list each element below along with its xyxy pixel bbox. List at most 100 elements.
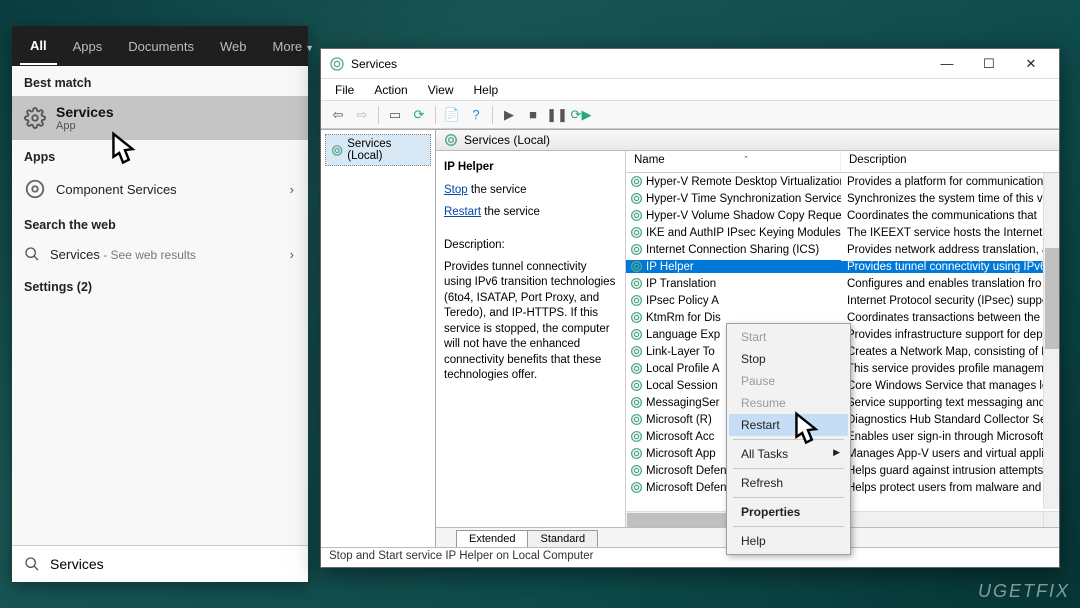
- restart-link[interactable]: Restart: [444, 206, 481, 218]
- start-search-panel: All Apps Documents Web More▼ Best match …: [12, 26, 308, 582]
- best-match-services[interactable]: Services App: [12, 96, 308, 140]
- service-row[interactable]: IP Translation Configures and enables tr…: [626, 275, 1059, 292]
- menu-help[interactable]: Help: [466, 81, 507, 99]
- web-services-results[interactable]: Services - See web results ›: [12, 238, 308, 270]
- properties-icon[interactable]: ▭: [384, 104, 406, 126]
- ctx-stop[interactable]: Stop: [729, 348, 848, 370]
- service-row[interactable]: IP HelperProvides tunnel connectivity us…: [626, 258, 1059, 275]
- ctx-help[interactable]: Help: [729, 530, 848, 552]
- close-button[interactable]: ✕: [1011, 50, 1051, 78]
- ctx-all-tasks[interactable]: All Tasks▶: [729, 443, 848, 465]
- search-icon: [24, 246, 40, 262]
- gear-icon: [630, 294, 643, 307]
- tree-services-local[interactable]: Services (Local): [325, 134, 431, 166]
- gear-icon: [329, 56, 345, 72]
- ctx-resume: Resume: [729, 392, 848, 414]
- window-title: Services: [351, 57, 927, 71]
- selected-service-name: IP Helper: [444, 161, 617, 173]
- menubar: File Action View Help: [321, 79, 1059, 101]
- gear-icon: [630, 447, 643, 460]
- search-tab-documents[interactable]: Documents: [118, 29, 204, 64]
- stop-icon[interactable]: ■: [522, 104, 544, 126]
- gear-icon: [630, 175, 643, 188]
- ctx-pause: Pause: [729, 370, 848, 392]
- watermark: UGETFIX: [978, 581, 1070, 602]
- search-web-label: Search the web: [12, 208, 308, 238]
- gear-icon: [630, 481, 643, 494]
- detail-pane: IP Helper Stop the service Restart the s…: [436, 151, 626, 527]
- gear-icon: [444, 133, 458, 147]
- ctx-restart[interactable]: Restart: [729, 414, 848, 436]
- service-row[interactable]: IKE and AuthIP IPsec Keying ModulesThe I…: [626, 224, 1059, 241]
- search-tab-all[interactable]: All: [20, 28, 57, 65]
- gear-icon: [630, 226, 643, 239]
- gear-icon: [630, 192, 643, 205]
- gear-icon: [630, 396, 643, 409]
- description-label: Description:: [444, 238, 617, 254]
- gear-icon: [24, 107, 46, 129]
- gear-icon: [630, 328, 643, 341]
- back-icon[interactable]: ⇦: [327, 104, 349, 126]
- settings-label[interactable]: Settings (2): [12, 270, 308, 300]
- minimize-button[interactable]: —: [927, 50, 967, 78]
- gear-icon: [630, 464, 643, 477]
- stop-link[interactable]: Stop: [444, 184, 468, 196]
- restart-icon[interactable]: ⟳▶: [570, 104, 592, 126]
- statusbar: Stop and Start service IP Helper on Loca…: [321, 547, 1059, 567]
- best-match-title: Services: [56, 104, 114, 120]
- search-icon: [24, 556, 40, 572]
- menu-view[interactable]: View: [420, 81, 462, 99]
- forward-icon[interactable]: ⇨: [351, 104, 373, 126]
- gear-icon: [630, 311, 643, 324]
- chevron-right-icon: ›: [290, 182, 294, 197]
- gear-icon: [630, 260, 643, 273]
- services-window: Services — ☐ ✕ File Action View Help ⇦ ⇨…: [320, 48, 1060, 568]
- gear-icon: [630, 243, 643, 256]
- service-row[interactable]: Hyper-V Time Synchronization ServiceSync…: [626, 190, 1059, 207]
- toolbar: ⇦ ⇨ ▭ ⟳ 📄 ? ▶ ■ ❚❚ ⟳▶: [321, 101, 1059, 129]
- play-icon[interactable]: ▶: [498, 104, 520, 126]
- gear-icon: [630, 430, 643, 443]
- export-icon[interactable]: 📄: [441, 104, 463, 126]
- chevron-right-icon: ›: [290, 247, 294, 262]
- service-row[interactable]: Internet Connection Sharing (ICS)Provide…: [626, 241, 1059, 258]
- gear-icon: [630, 277, 643, 290]
- description-text: Provides tunnel connectivity using IPv6 …: [444, 260, 617, 384]
- best-match-label: Best match: [12, 66, 308, 96]
- ctx-start: Start: [729, 326, 848, 348]
- column-headers[interactable]: Name ˆ Description: [626, 151, 1059, 173]
- gear-icon: [331, 144, 343, 157]
- search-input[interactable]: Services: [12, 545, 308, 582]
- scrollbar-vertical[interactable]: [1043, 173, 1059, 509]
- help-icon[interactable]: ?: [465, 104, 487, 126]
- gear-icon: [630, 379, 643, 392]
- tab-standard[interactable]: Standard: [527, 530, 598, 547]
- service-row[interactable]: Hyper-V Remote Desktop Virtualization...…: [626, 173, 1059, 190]
- gear-icon: [630, 362, 643, 375]
- context-menu: StartStopPauseResumeRestart All Tasks▶ R…: [726, 323, 851, 555]
- tree-pane: Services (Local): [321, 130, 436, 547]
- best-match-sub: App: [56, 120, 114, 132]
- menu-file[interactable]: File: [327, 81, 362, 99]
- search-tab-web[interactable]: Web: [210, 29, 257, 64]
- titlebar[interactable]: Services — ☐ ✕: [321, 49, 1059, 79]
- ctx-refresh[interactable]: Refresh: [729, 472, 848, 494]
- tab-extended[interactable]: Extended: [456, 530, 528, 547]
- service-row[interactable]: IPsec Policy AInternet Protocol security…: [626, 292, 1059, 309]
- service-row[interactable]: Hyper-V Volume Shadow Copy Reques...Coor…: [626, 207, 1059, 224]
- refresh-icon[interactable]: ⟳: [408, 104, 430, 126]
- pause-icon[interactable]: ❚❚: [546, 104, 568, 126]
- menu-action[interactable]: Action: [366, 81, 415, 99]
- content-header: Services (Local): [436, 130, 1059, 151]
- maximize-button[interactable]: ☐: [969, 50, 1009, 78]
- gear-icon: [630, 345, 643, 358]
- apps-label: Apps: [12, 140, 308, 170]
- gear-icon: [630, 413, 643, 426]
- search-tab-more[interactable]: More▼: [263, 29, 325, 64]
- search-tab-apps[interactable]: Apps: [63, 29, 113, 64]
- apps-component-services[interactable]: Component Services ›: [12, 170, 308, 208]
- ctx-properties[interactable]: Properties: [729, 501, 848, 523]
- gear-icon: [630, 209, 643, 222]
- gear-icon: [24, 178, 46, 200]
- search-tabs: All Apps Documents Web More▼: [12, 26, 308, 66]
